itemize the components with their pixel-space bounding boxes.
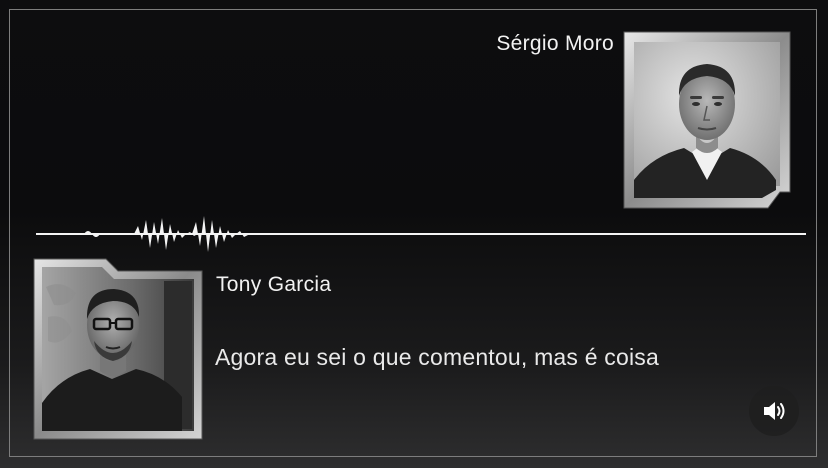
speaker-name-top: Sérgio Moro [496, 32, 614, 55]
audio-waveform [36, 216, 806, 252]
speaker-volume-icon [764, 402, 785, 420]
audio-transcript-video: Sérgio Moro Tony Garcia Agora eu sei o q… [0, 0, 828, 468]
speaker-portrait-bottom [33, 258, 203, 440]
speaker-portrait-top [623, 31, 791, 209]
transcript-caption: Agora eu sei o que comentou, mas é coisa [215, 344, 659, 370]
unmute-button[interactable] [749, 386, 799, 436]
speaker-name-bottom: Tony Garcia [216, 273, 332, 296]
